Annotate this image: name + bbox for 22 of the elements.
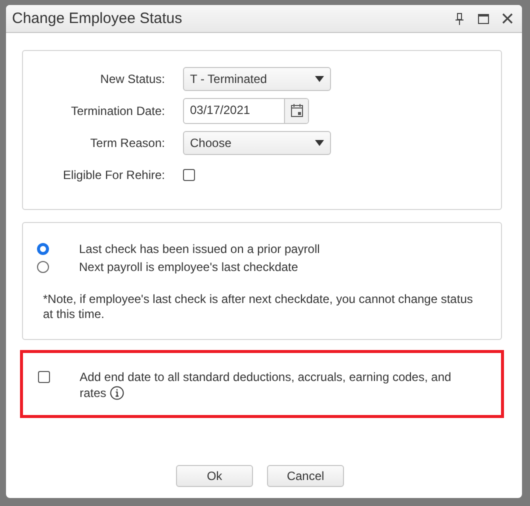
radio-button[interactable] <box>37 243 49 255</box>
checkbox-label: Add end date to all standard deductions, accruals, earning codes, and rates <box>80 369 452 401</box>
ok-button[interactable]: Ok <box>176 465 253 487</box>
radio-label: Next payroll is employee's last checkdate <box>79 260 298 274</box>
caret-icon <box>315 140 324 146</box>
field-label: Termination Date: <box>70 104 165 118</box>
checkbox[interactable] <box>183 168 195 180</box>
checkbox[interactable] <box>38 371 50 383</box>
dialog-title: Change Employee Status <box>12 10 184 27</box>
dropdown[interactable]: Choose <box>183 130 331 154</box>
dropdown[interactable]: T - Terminated <box>183 66 331 90</box>
radio-label: Last check has been issued on a prior payroll <box>79 242 320 256</box>
field-label: Term Reason: <box>89 136 165 150</box>
maximize-icon[interactable] <box>476 12 490 26</box>
field-label: New Status: <box>99 72 165 86</box>
field-label: Eligible For Rehire: <box>62 168 165 182</box>
cancel-button[interactable]: Cancel <box>267 465 344 487</box>
close-icon[interactable] <box>500 12 514 26</box>
caret-icon <box>315 76 324 82</box>
info-icon[interactable] <box>110 386 124 400</box>
note-text: *Note, if employee's last check is after next checkdate, you cannot change status at this time. <box>43 292 474 322</box>
radio-button[interactable] <box>37 261 49 273</box>
